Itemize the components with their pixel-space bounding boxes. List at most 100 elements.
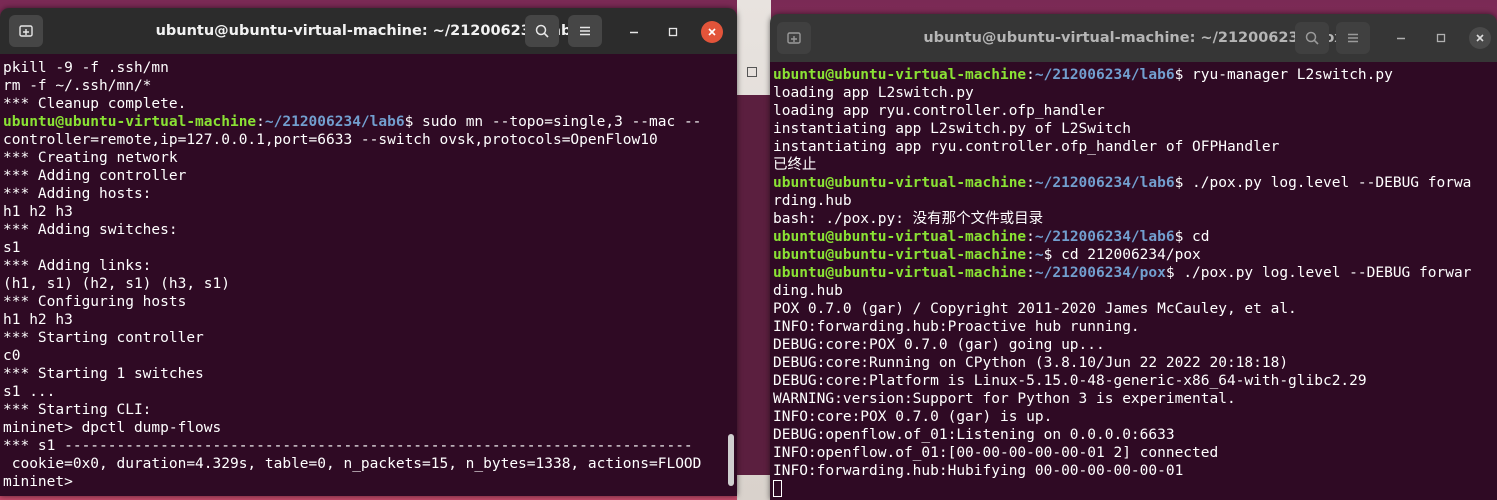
output-line (773, 480, 1497, 498)
close-button[interactable] (701, 21, 723, 43)
text-cursor (773, 480, 782, 497)
output-line: INFO:forwarding.hub:Proactive hub runnin… (773, 318, 1497, 336)
prompt-line: ubuntu@ubuntu-virtual-machine:~/21200623… (773, 228, 1497, 246)
close-button[interactable] (1469, 27, 1491, 49)
output-text: h1 h2 h3 (3, 204, 73, 220)
output-line: *** Adding links: (3, 257, 737, 275)
output-text: INFO:forwarding.hub:Hubifying 00-00-00-0… (773, 463, 1184, 479)
output-line: instantiating app ryu.controller.ofp_han… (773, 138, 1497, 156)
output-line: s1 ... (3, 383, 737, 401)
prompt-line: ubuntu@ubuntu-virtual-machine:~/21200623… (773, 66, 1497, 84)
output-text: INFO:core:POX 0.7.0 (gar) is up. (773, 409, 1053, 425)
prompt-user-host: ubuntu@ubuntu-virtual-machine (3, 114, 257, 130)
output-line: rding.hub (773, 192, 1497, 210)
output-text: DEBUG:core:Running on CPython (3.8.10/Ju… (773, 355, 1289, 371)
prompt-path: ~/212006234/lab6 (264, 114, 405, 130)
prompt-user-host: ubuntu@ubuntu-virtual-machine (773, 175, 1027, 191)
output-text: *** s1 ---------------------------------… (3, 438, 693, 454)
minimize-button[interactable] (1390, 27, 1412, 49)
titlebar[interactable]: ubuntu@ubuntu-virtual-machine: ~/2120062… (0, 8, 737, 54)
search-button[interactable] (1295, 22, 1329, 54)
hamburger-menu-icon (1348, 33, 1358, 43)
output-text: instantiating app ryu.controller.ofp_han… (773, 139, 1280, 155)
output-line: mininet> (3, 473, 737, 491)
prompt-user-host: ubuntu@ubuntu-virtual-machine (773, 247, 1027, 263)
search-button[interactable] (525, 15, 559, 47)
command-text: $ ./pox.py log.level --DEBUG forwa (1174, 175, 1472, 191)
prompt-user-host: ubuntu@ubuntu-virtual-machine (773, 67, 1027, 83)
minimize-button[interactable] (623, 21, 645, 43)
output-text: *** Starting 1 switches (3, 366, 204, 382)
menu-button[interactable] (1336, 22, 1370, 54)
terminal-output[interactable]: pkill -9 -f .ssh/mn rm -f ~/.ssh/mn/* *** … (0, 54, 737, 496)
close-icon (1476, 34, 1484, 42)
terminal-window-right[interactable]: ubuntu@ubuntu-virtual-machine: ~/2120062… (770, 14, 1497, 500)
output-line: 已终止 (773, 156, 1497, 174)
output-line: h1 h2 h3 (3, 311, 737, 329)
output-text: *** Starting CLI: (3, 402, 152, 418)
command-text: $ ryu-manager L2switch.py (1174, 67, 1393, 83)
menu-button[interactable] (568, 15, 602, 47)
output-text: DEBUG:openflow.of_01:Listening on 0.0.0.… (773, 427, 1175, 443)
output-text: (h1, s1) (h2, s1) (h3, s1) (3, 276, 230, 292)
output-line: *** Starting controller (3, 329, 737, 347)
prompt-path: ~/212006234/lab6 (1034, 229, 1175, 245)
prompt-path: ~/212006234/pox (1034, 265, 1166, 281)
output-line: DEBUG:core:POX 0.7.0 (gar) going up... (773, 336, 1497, 354)
output-text: DEBUG:core:Platform is Linux-5.15.0-48-g… (773, 373, 1367, 389)
output-text: *** Adding links: (3, 258, 152, 274)
output-text: *** Starting controller (3, 330, 204, 346)
prompt-path: ~/212006234/lab6 (1034, 67, 1175, 83)
output-line: *** Configuring hosts (3, 293, 737, 311)
hamburger-menu-icon (580, 26, 590, 36)
output-text: loading app ryu.controller.ofp_handler (773, 103, 1105, 119)
output-text: s1 ... (3, 384, 56, 400)
prompt-user-host: ubuntu@ubuntu-virtual-machine (773, 265, 1027, 281)
output-text: ding.hub (773, 283, 843, 299)
output-line: *** Adding hosts: (3, 185, 737, 203)
output-text: *** Cleanup complete. (3, 96, 187, 112)
output-text: POX 0.7.0 (gar) / Copyright 2011-2020 Ja… (773, 301, 1297, 317)
titlebar[interactable]: ubuntu@ubuntu-virtual-machine: ~/2120062… (770, 14, 1497, 62)
output-text: rm -f ~/.ssh/mn/* (3, 78, 152, 94)
prompt-line: ubuntu@ubuntu-virtual-machine:~$ cd 2120… (773, 246, 1497, 264)
output-line: WARNING:version:Support for Python 3 is … (773, 390, 1497, 408)
output-line: INFO:openflow.of_01:[00-00-00-00-00-01 2… (773, 444, 1497, 462)
command-text: $ cd 212006234/pox (1043, 247, 1201, 263)
scrollbar-thumb[interactable] (728, 434, 734, 486)
close-icon (708, 28, 716, 36)
output-text: mininet> dpctl dump-flows (3, 420, 222, 436)
output-text: *** Adding hosts: (3, 186, 152, 202)
terminal-output[interactable]: ubuntu@ubuntu-virtual-machine:~/21200623… (770, 62, 1497, 500)
background-window (737, 95, 771, 475)
output-text: rding.hub (773, 193, 852, 209)
output-text: *** Adding switches: (3, 222, 178, 238)
output-line: cookie=0x0, duration=4.329s, table=0, n_… (3, 455, 737, 473)
prompt-separator: : (1026, 229, 1035, 245)
output-line: controller=remote,ip=127.0.0.1,port=6633… (3, 131, 737, 149)
output-line: h1 h2 h3 (3, 203, 737, 221)
output-text: c0 (3, 348, 21, 364)
maximize-button[interactable] (662, 21, 684, 43)
output-line: *** s1 ---------------------------------… (3, 437, 737, 455)
output-line: INFO:forwarding.hub:Hubifying 00-00-00-0… (773, 462, 1497, 480)
output-text: h1 h2 h3 (3, 312, 73, 328)
prompt-separator: : (1026, 175, 1035, 191)
command-text: $ sudo mn --topo=single,3 --mac -- (404, 114, 702, 130)
output-text: mininet> (3, 474, 73, 490)
background-window-maximize-icon (747, 67, 757, 77)
prompt-separator: : (1026, 265, 1035, 281)
output-line: DEBUG:core:Running on CPython (3.8.10/Ju… (773, 354, 1497, 372)
output-line: c0 (3, 347, 737, 365)
output-line: DEBUG:openflow.of_01:Listening on 0.0.0.… (773, 426, 1497, 444)
output-line: DEBUG:core:Platform is Linux-5.15.0-48-g… (773, 372, 1497, 390)
output-text: cookie=0x0, duration=4.329s, table=0, n_… (3, 456, 702, 472)
output-line: pkill -9 -f .ssh/mn (3, 59, 737, 77)
terminal-window-left[interactable]: ubuntu@ubuntu-virtual-machine: ~/2120062… (0, 8, 737, 496)
output-text: WARNING:version:Support for Python 3 is … (773, 391, 1236, 407)
output-line: *** Starting CLI: (3, 401, 737, 419)
output-line: bash: ./pox.py: 没有那个文件或目录 (773, 210, 1497, 228)
output-text: DEBUG:core:POX 0.7.0 (gar) going up... (773, 337, 1105, 353)
maximize-button[interactable] (1430, 27, 1452, 49)
search-icon (1305, 31, 1319, 45)
